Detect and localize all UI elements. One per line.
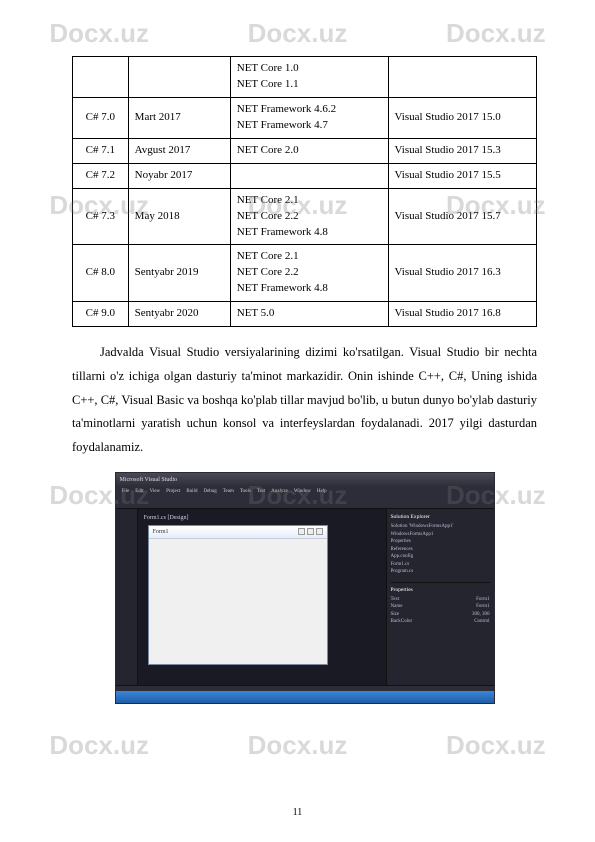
table-row: C# 8.0 Sentyabr 2019 NET Core 2.1NET Cor… <box>73 245 537 302</box>
menu-item[interactable]: Edit <box>135 489 143 494</box>
cell-vs: Visual Studio 2017 16.8 <box>388 302 537 327</box>
menu-item[interactable]: Debug <box>203 489 216 494</box>
menu-item[interactable]: View <box>150 489 161 494</box>
close-icon[interactable] <box>316 528 323 535</box>
table-row: C# 7.0 Mart 2017 NET Framework 4.6.2NET … <box>73 97 537 138</box>
ide-toolbox-panel[interactable] <box>116 509 138 685</box>
ide-titlebar: Microsoft Visual Studio <box>116 473 494 487</box>
menu-item[interactable]: File <box>122 489 130 494</box>
cell-vs: Visual Studio 2017 15.0 <box>388 97 537 138</box>
cell-version: C# 7.0 <box>73 97 129 138</box>
cell-version: C# 7.3 <box>73 188 129 245</box>
menu-item[interactable]: Project <box>166 489 180 494</box>
tree-item[interactable]: Properties <box>391 538 490 546</box>
cell-net: NET Core 2.1NET Core 2.2NET Framework 4.… <box>230 245 388 302</box>
cell-version: C# 7.2 <box>73 163 129 188</box>
watermark: Docx.uz <box>446 730 546 761</box>
version-table: NET Core 1.0NET Core 1.1 C# 7.0 Mart 201… <box>72 56 537 327</box>
menu-item[interactable]: Test <box>257 489 265 494</box>
ide-screenshot: Microsoft Visual Studio File Edit View P… <box>115 472 495 704</box>
table-row: NET Core 1.0NET Core 1.1 <box>73 57 537 98</box>
cell-net: NET Framework 4.6.2NET Framework 4.7 <box>230 97 388 138</box>
table-row: C# 7.2 Noyabr 2017 Visual Studio 2017 15… <box>73 163 537 188</box>
cell-vs <box>388 57 537 98</box>
tree-item[interactable]: References <box>391 546 490 554</box>
cell-version <box>73 57 129 98</box>
body-paragraph: Jadvalda Visual Studio versiyalarining d… <box>72 341 537 460</box>
designer-tab[interactable]: Form1.cs [Design] <box>144 515 380 524</box>
ide-title: Microsoft Visual Studio <box>120 477 178 483</box>
cell-net: NET Core 1.0NET Core 1.1 <box>230 57 388 98</box>
tree-item[interactable]: App.config <box>391 553 490 561</box>
cell-date <box>128 57 230 98</box>
cell-date: Noyabr 2017 <box>128 163 230 188</box>
tree-item[interactable]: WindowsFormsApp1 <box>391 531 490 539</box>
menu-item[interactable]: Window <box>294 489 311 494</box>
ide-menu-bar: File Edit View Project Build Debug Team … <box>116 487 494 497</box>
ide-designer-surface[interactable]: Form1.cs [Design] Form1 <box>138 509 386 685</box>
cell-version: C# 8.0 <box>73 245 129 302</box>
property-row[interactable]: TextForm1 <box>391 596 490 604</box>
property-row[interactable]: NameForm1 <box>391 603 490 611</box>
page-number: 11 <box>0 807 595 818</box>
cell-net: NET Core 2.1NET Core 2.2NET Framework 4.… <box>230 188 388 245</box>
table-row: C# 9.0 Sentyabr 2020 NET 5.0 Visual Stud… <box>73 302 537 327</box>
menu-item[interactable]: Help <box>317 489 327 494</box>
solution-explorer-title: Solution Explorer <box>391 513 490 521</box>
minimize-icon[interactable] <box>298 528 305 535</box>
watermark: Docx.uz <box>248 730 348 761</box>
menu-item[interactable]: Build <box>186 489 197 494</box>
cell-vs: Visual Studio 2017 16.3 <box>388 245 537 302</box>
watermark: Docx.uz <box>49 730 149 761</box>
windows-taskbar <box>116 691 494 703</box>
properties-title: Properties <box>391 586 490 594</box>
cell-net <box>230 163 388 188</box>
ide-toolbar <box>116 497 494 509</box>
cell-net: NET Core 2.0 <box>230 138 388 163</box>
form-title: Form1 <box>153 529 169 535</box>
cell-date: Sentyabr 2019 <box>128 245 230 302</box>
cell-date: May 2018 <box>128 188 230 245</box>
cell-date: Avgust 2017 <box>128 138 230 163</box>
maximize-icon[interactable] <box>307 528 314 535</box>
form-designer[interactable]: Form1 <box>148 525 328 665</box>
menu-item[interactable]: Tools <box>240 489 251 494</box>
tree-item[interactable]: Form1.cs <box>391 561 490 569</box>
cell-vs: Visual Studio 2017 15.3 <box>388 138 537 163</box>
cell-version: C# 7.1 <box>73 138 129 163</box>
cell-date: Sentyabr 2020 <box>128 302 230 327</box>
table-row: C# 7.3 May 2018 NET Core 2.1NET Core 2.2… <box>73 188 537 245</box>
menu-item[interactable]: Analyze <box>271 489 288 494</box>
menu-item[interactable]: Team <box>223 489 234 494</box>
ide-right-panels: Solution Explorer Solution 'WindowsForms… <box>386 509 494 685</box>
property-row[interactable]: Size300, 300 <box>391 611 490 619</box>
property-row[interactable]: BackColorControl <box>391 618 490 626</box>
cell-date: Mart 2017 <box>128 97 230 138</box>
table-row: C# 7.1 Avgust 2017 NET Core 2.0 Visual S… <box>73 138 537 163</box>
tree-item[interactable]: Solution 'WindowsFormsApp1' <box>391 523 490 531</box>
tree-item[interactable]: Program.cs <box>391 568 490 576</box>
cell-vs: Visual Studio 2017 15.5 <box>388 163 537 188</box>
cell-version: C# 9.0 <box>73 302 129 327</box>
cell-net: NET 5.0 <box>230 302 388 327</box>
cell-vs: Visual Studio 2017 15.7 <box>388 188 537 245</box>
